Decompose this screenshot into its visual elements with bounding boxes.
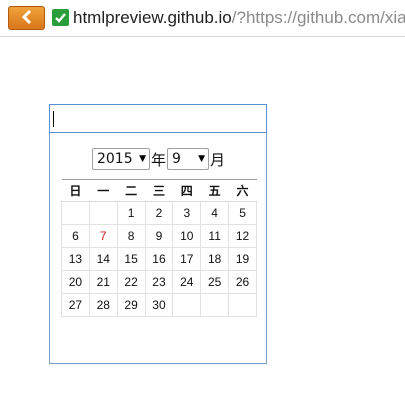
weekday-header: 二 bbox=[117, 179, 146, 202]
day-cell[interactable]: 6 bbox=[61, 224, 90, 248]
url-path: /?https://github.com/xia bbox=[231, 8, 405, 27]
day-cell[interactable]: 16 bbox=[144, 247, 174, 271]
day-cell[interactable]: 8 bbox=[116, 224, 146, 248]
day-cell[interactable]: 27 bbox=[61, 293, 90, 317]
day-cell[interactable]: 23 bbox=[144, 270, 174, 294]
weekday-header: 六 bbox=[228, 179, 257, 202]
month-select-value: 9 bbox=[172, 151, 181, 167]
dropdown-arrow-icon: ▼ bbox=[198, 154, 205, 164]
year-unit-label: 年 bbox=[150, 150, 166, 169]
day-cell[interactable]: 24 bbox=[172, 270, 202, 294]
month-select[interactable]: 9 ▼ bbox=[167, 148, 209, 170]
month-unit-label: 月 bbox=[210, 150, 226, 169]
empty-day-cell bbox=[200, 293, 230, 317]
day-cell[interactable]: 19 bbox=[228, 247, 257, 271]
month-year-selectors: 2015 ▼ 年 9 ▼ 月 bbox=[50, 147, 268, 171]
day-cell[interactable]: 10 bbox=[172, 224, 202, 248]
empty-day-cell bbox=[228, 293, 257, 317]
day-cell[interactable]: 9 bbox=[144, 224, 174, 248]
empty-day-cell bbox=[172, 293, 202, 317]
day-cell[interactable]: 18 bbox=[200, 247, 230, 271]
day-cell[interactable]: 20 bbox=[61, 270, 90, 294]
day-cell[interactable]: 26 bbox=[228, 270, 257, 294]
date-picker: 2015 ▼ 年 9 ▼ 月 日 一 二 三 四 五 六 1 2 3 4 5 6… bbox=[49, 104, 267, 364]
weekday-header-row: 日 一 二 三 四 五 六 bbox=[61, 179, 257, 202]
weekday-header: 三 bbox=[145, 179, 173, 202]
weekday-header: 四 bbox=[172, 179, 201, 202]
day-cell[interactable]: 15 bbox=[116, 247, 146, 271]
day-cell[interactable]: 17 bbox=[172, 247, 202, 271]
text-caret bbox=[53, 111, 54, 127]
day-cell[interactable]: 13 bbox=[61, 247, 90, 271]
week-row: 13 14 15 16 17 18 19 bbox=[61, 247, 257, 271]
day-cell[interactable]: 5 bbox=[228, 201, 257, 225]
calendar-grid: 日 一 二 三 四 五 六 1 2 3 4 5 6 7 8 9 10 11 12… bbox=[61, 179, 257, 317]
day-cell[interactable]: 12 bbox=[228, 224, 257, 248]
day-cell[interactable]: 4 bbox=[200, 201, 230, 225]
day-cell[interactable]: 22 bbox=[116, 270, 146, 294]
week-row: 27 28 29 30 bbox=[61, 293, 257, 317]
weekday-header: 日 bbox=[61, 179, 90, 202]
day-cell[interactable]: 7 bbox=[88, 224, 118, 248]
day-cell[interactable]: 2 bbox=[144, 201, 174, 225]
weekday-header: 一 bbox=[89, 179, 118, 202]
day-cell[interactable]: 11 bbox=[200, 224, 230, 248]
empty-day-cell bbox=[61, 201, 90, 225]
day-cell[interactable]: 28 bbox=[88, 293, 118, 317]
day-cell[interactable]: 3 bbox=[172, 201, 202, 225]
day-cell[interactable]: 29 bbox=[116, 293, 146, 317]
secure-check-icon bbox=[52, 9, 69, 26]
date-input[interactable] bbox=[49, 104, 267, 133]
empty-day-cell bbox=[88, 201, 118, 225]
url-host: htmlpreview.github.io bbox=[73, 8, 232, 27]
dropdown-arrow-icon: ▼ bbox=[139, 154, 146, 164]
back-button[interactable] bbox=[8, 6, 45, 30]
week-row: 20 21 22 23 24 25 26 bbox=[61, 270, 257, 294]
week-row: 1 2 3 4 5 bbox=[61, 201, 257, 225]
week-row: 6 7 8 9 10 11 12 bbox=[61, 224, 257, 248]
address-bar[interactable]: htmlpreview.github.io/?https://github.co… bbox=[73, 7, 405, 29]
day-cell[interactable]: 14 bbox=[88, 247, 118, 271]
day-cell[interactable]: 21 bbox=[88, 270, 118, 294]
year-select-value: 2015 bbox=[96, 151, 133, 167]
day-cell[interactable]: 1 bbox=[116, 201, 146, 225]
year-select[interactable]: 2015 ▼ bbox=[91, 148, 150, 170]
day-cell[interactable]: 30 bbox=[144, 293, 174, 317]
back-arrow-icon bbox=[21, 9, 33, 28]
day-cell[interactable]: 25 bbox=[200, 270, 230, 294]
weekday-header: 五 bbox=[200, 179, 229, 202]
browser-toolbar: htmlpreview.github.io/?https://github.co… bbox=[0, 0, 405, 37]
